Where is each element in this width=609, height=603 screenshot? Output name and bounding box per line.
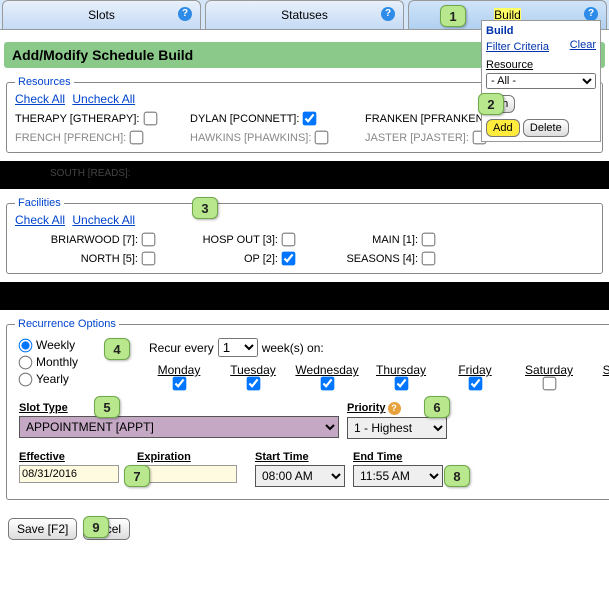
start-time-select[interactable]: 08:00 AM [255,465,345,487]
facility-checkbox[interactable] [142,252,156,266]
uncheck-all-link[interactable]: Uncheck All [72,92,135,106]
recurrence-fieldset: Recurrence Options Weekly Monthly Yearly… [6,318,609,500]
day-label: Thursday [376,363,426,377]
day-label: Saturday [525,363,573,377]
recurrence-monthly-radio[interactable] [19,355,33,369]
help-icon[interactable]: ? [381,7,395,21]
recur-post-label: week(s) on: [262,341,324,355]
save-button[interactable]: Save [F2] [8,518,77,540]
tab-statuses[interactable]: Statuses ? [205,0,404,29]
facilities-legend: Facilities [15,197,64,209]
check-all-link[interactable]: Check All [15,92,65,106]
expiration-input[interactable] [137,465,237,483]
clear-link[interactable]: Clear [570,39,596,51]
facility-label: HOSP OUT [3]: [203,234,278,246]
resource-label: THERAPY [GTHERAPY]: [15,113,140,125]
dropdown-title: Build [486,25,596,37]
resource-label: FRENCH [PFRENCH]: [15,132,126,144]
recurrence-legend: Recurrence Options [15,318,119,330]
facilities-fieldset: Facilities 3 Check All Uncheck All BRIAR… [6,197,603,274]
badge-9: 9 [83,516,109,538]
slot-type-label: Slot Type [19,402,339,414]
resource-label: JASTER [PJASTER]: [365,132,469,144]
expiration-label: Expiration [137,451,247,463]
day-checkbox[interactable] [246,377,260,391]
facility-label: OP [2]: [244,253,278,265]
filter-criteria-label: Filter Criteria [486,41,549,53]
day-label: Sunday [603,363,609,377]
badge-1: 1 [440,5,466,27]
facility-checkbox[interactable] [282,233,296,247]
day-checkbox[interactable] [468,377,482,391]
recur-count-select[interactable]: 1 [218,338,258,357]
badge-3: 3 [192,197,218,219]
facility-label: NORTH [5]: [81,253,138,265]
facility-label: SEASONS [4]: [346,253,418,265]
day-label: Friday [458,363,491,377]
day-checkbox[interactable] [320,377,334,391]
divider-bar: SOUTH [READS]: [0,161,609,189]
help-icon[interactable]: ? [388,402,401,415]
resource-label: Resource [486,59,533,71]
recurrence-weekly-radio[interactable] [19,338,33,352]
uncheck-all-link[interactable]: Uncheck All [72,213,135,227]
tab-label: Statuses [281,8,328,22]
recurrence-type-label: Weekly [36,338,75,352]
day-checkbox[interactable] [394,377,408,391]
resource-checkbox[interactable] [303,112,317,126]
resource-label: HAWKINS [PHAWKINS]: [190,132,311,144]
check-all-link[interactable]: Check All [15,213,65,227]
recurrence-type-label: Monthly [36,355,78,369]
facility-checkbox[interactable] [422,233,436,247]
build-dropdown-panel: Build Filter Criteria Clear Resource - A… [481,20,601,142]
end-time-label: End Time [353,451,443,463]
resource-select[interactable]: - All - [486,73,596,89]
effective-label: Effective [19,451,129,463]
tab-label: Slots [88,8,115,22]
badge-7: 7 [124,465,150,487]
facility-checkbox[interactable] [422,252,436,266]
badge-4: 4 [104,338,130,360]
badge-8: 8 [444,465,470,487]
tab-slots[interactable]: Slots ? [2,0,201,29]
resource-checkbox[interactable] [130,131,144,145]
day-label: Tuesday [230,363,276,377]
delete-button[interactable]: Delete [523,119,569,137]
day-checkbox[interactable] [542,377,556,391]
divider-bar [0,282,609,310]
add-button[interactable]: Add [486,119,520,137]
facility-label: MAIN [1]: [372,234,418,246]
badge-5: 5 [94,396,120,418]
end-time-select[interactable]: 11:55 AM [353,465,443,487]
resource-checkbox[interactable] [143,112,157,126]
recur-pre-label: Recur every [149,341,214,355]
hidden-resource: SOUTH [READS]: [50,168,131,179]
facility-checkbox[interactable] [282,252,296,266]
day-label: Wednesday [295,363,358,377]
facility-checkbox[interactable] [142,233,156,247]
slot-type-select[interactable]: APPOINTMENT [APPT] [19,416,339,438]
recurrence-yearly-radio[interactable] [19,372,33,386]
resource-checkbox[interactable] [315,131,329,145]
resource-label: FRANKEN [PFRANKEN [365,113,484,125]
badge-6: 6 [424,396,450,418]
help-icon[interactable]: ? [584,7,598,21]
resources-legend: Resources [15,76,74,88]
effective-input[interactable] [19,465,119,483]
start-time-label: Start Time [255,451,345,463]
recurrence-type-label: Yearly [36,372,69,386]
facility-label: BRIARWOOD [7]: [51,234,138,246]
badge-2: 2 [478,93,504,115]
help-icon[interactable]: ? [178,7,192,21]
resource-label: DYLAN [PCONNETT]: [190,113,299,125]
day-checkbox[interactable] [172,377,186,391]
priority-select[interactable]: 1 - Highest [347,417,447,439]
day-label: Monday [158,363,201,377]
priority-label: Priority [347,402,386,414]
